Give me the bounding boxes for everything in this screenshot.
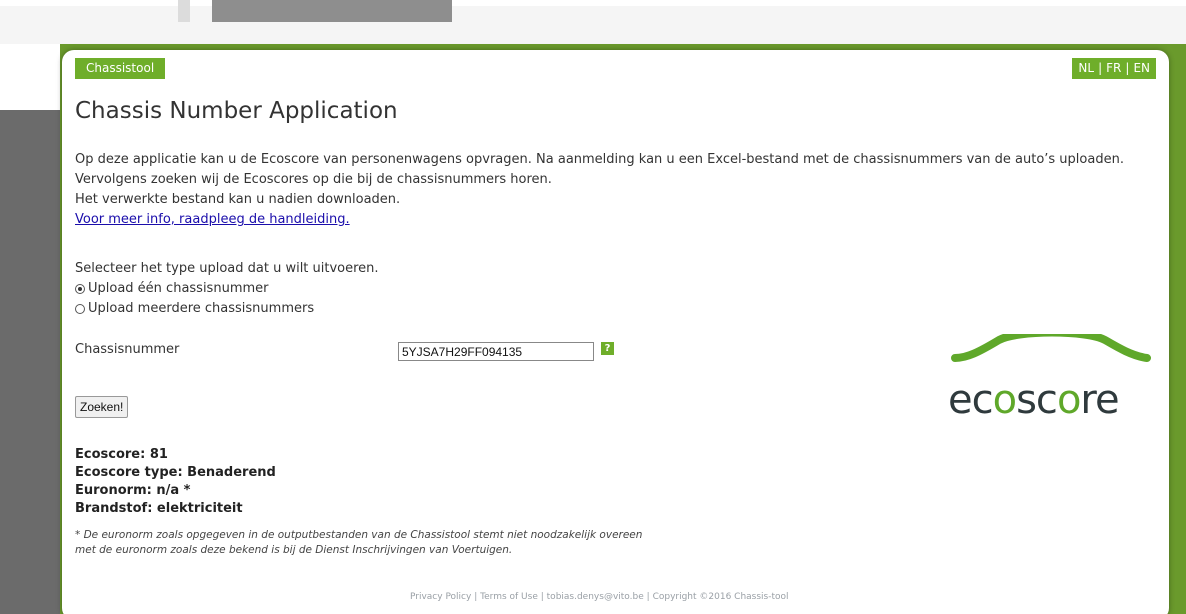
radio-option-multiple[interactable]: Upload meerdere chassisnummers	[75, 299, 379, 319]
page-title: Chassis Number Application	[75, 98, 398, 124]
manual-link[interactable]: Voor meer info, raadpleeg de handleiding…	[75, 212, 350, 227]
footer-separator: |	[646, 592, 650, 602]
intro-paragraph: Het verwerkte bestand kan u nadien downl…	[75, 192, 401, 207]
terms-link[interactable]: Terms of Use	[480, 592, 538, 602]
privacy-link[interactable]: Privacy Policy	[410, 592, 471, 602]
ecoscore-logo-text: ecoscore	[948, 377, 1120, 423]
background-left-white	[0, 44, 60, 110]
app-tab-label[interactable]: Chassistool	[75, 58, 166, 79]
language-switcher: NL | FR | EN	[1072, 58, 1156, 79]
lang-separator: |	[1125, 61, 1130, 75]
radio-multiple[interactable]	[75, 304, 85, 314]
chassis-number-input[interactable]	[398, 342, 594, 361]
browser-tab	[212, 0, 452, 22]
intro-text: Op deze applicatie kan u de Ecoscore van…	[75, 150, 1155, 230]
result-euronorm: Euronorm: n/a *	[75, 483, 191, 498]
result-ecoscore-type: Ecoscore type: Benaderend	[75, 465, 276, 480]
content-card: Chassistool NL | FR | EN Chassis Number …	[62, 50, 1169, 614]
lang-nl[interactable]: NL	[1078, 58, 1094, 79]
lang-separator: |	[1098, 61, 1103, 75]
lang-en[interactable]: EN	[1133, 58, 1150, 79]
radio-label[interactable]: Upload één chassisnummer	[88, 279, 268, 299]
euronorm-note: * De euronorm zoals opgegeven in de outp…	[75, 528, 775, 558]
footer-separator: |	[540, 592, 544, 602]
radio-single[interactable]	[75, 284, 85, 294]
radio-label[interactable]: Upload meerdere chassisnummers	[88, 299, 314, 319]
car-roof-icon	[951, 334, 1151, 362]
background-left-panel	[0, 44, 60, 614]
result-ecoscore: Ecoscore: 81	[75, 447, 168, 462]
upload-type-label: Selecteer het type upload dat u wilt uit…	[75, 261, 379, 276]
note-line: met de euronorm zoals deze bekend is bij…	[75, 544, 513, 556]
result-fuel: Brandstof: elektriciteit	[75, 501, 243, 516]
intro-paragraph: Op deze applicatie kan u de Ecoscore van…	[75, 152, 1124, 187]
copyright-text: Copyright ©2016 Chassis-tool	[652, 592, 789, 602]
results-block: Ecoscore: 81 Ecoscore type: Benaderend E…	[75, 446, 276, 518]
chassis-number-label: Chassisnummer	[75, 342, 180, 357]
browser-tab-edge	[178, 0, 190, 22]
email-link[interactable]: tobias.denys@vito.be	[547, 592, 644, 602]
note-line: * De euronorm zoals opgegeven in de outp…	[75, 529, 643, 541]
search-button[interactable]: Zoeken!	[75, 396, 129, 418]
lang-fr[interactable]: FR	[1106, 58, 1121, 79]
upload-type-group: Selecteer het type upload dat u wilt uit…	[75, 259, 379, 319]
help-icon[interactable]: ?	[601, 342, 614, 355]
footer-separator: |	[474, 592, 478, 602]
footer: Privacy Policy | Terms of Use | tobias.d…	[410, 592, 789, 602]
radio-option-single[interactable]: Upload één chassisnummer	[75, 279, 379, 299]
